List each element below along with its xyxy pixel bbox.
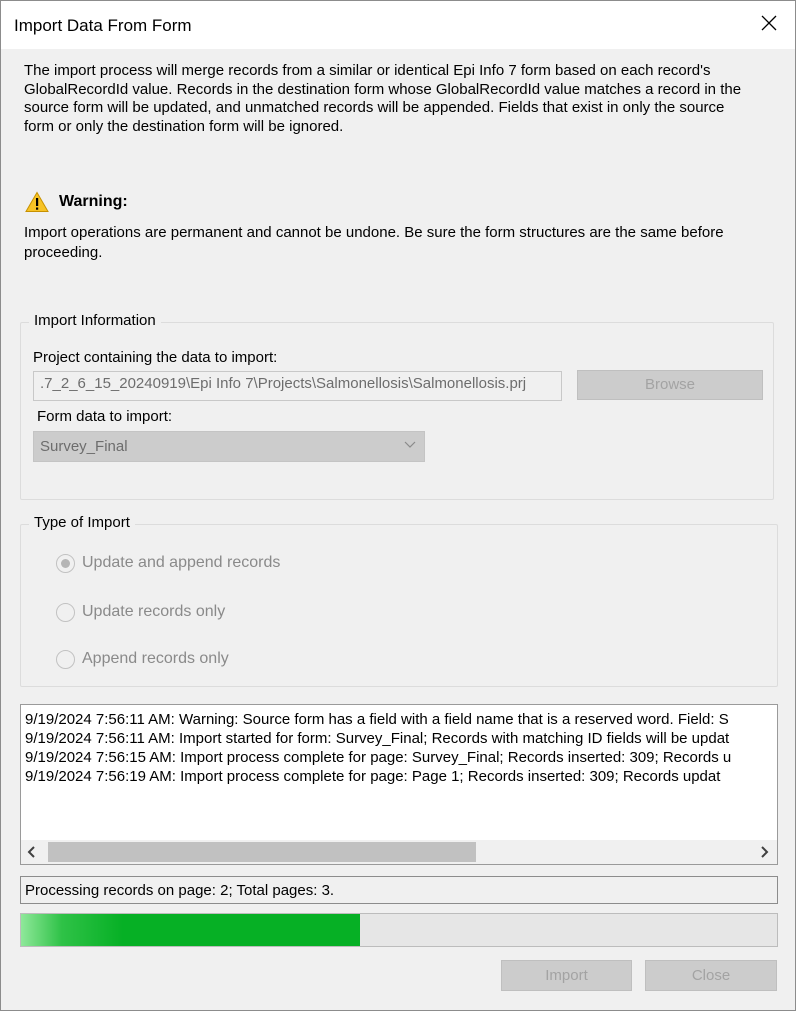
warning-text: Import operations are permanent and cann… [24, 224, 724, 261]
log-line: 9/19/2024 7:56:11 AM: Warning: Source fo… [25, 711, 729, 728]
form-label: Form data to import: [37, 408, 173, 425]
status-bar: Processing records on page: 2; Total pag… [20, 876, 778, 904]
radio-label: Update and append records [82, 554, 281, 571]
form-select-value: Survey_Final [40, 438, 128, 455]
import-log[interactable]: 9/19/2024 7:56:11 AM: Warning: Source fo… [20, 704, 778, 865]
title-bar: Import Data From Form [1, 1, 795, 49]
close-button[interactable]: Close [645, 960, 777, 991]
radio-button[interactable] [56, 650, 75, 669]
form-select[interactable]: Survey_Final [33, 431, 425, 462]
status-text: Processing records on page: 2; Total pag… [25, 882, 335, 899]
progress-bar [20, 913, 778, 947]
radio-selected-dot [61, 559, 70, 568]
browse-button[interactable]: Browse [577, 370, 763, 400]
radio-button[interactable] [56, 603, 75, 622]
import-button[interactable]: Import [501, 960, 632, 991]
import-description: The import process will merge records fr… [24, 62, 742, 135]
scroll-left-icon[interactable] [27, 846, 37, 858]
close-icon [761, 15, 777, 31]
project-path-field[interactable]: .7_2_6_15_20240919\Epi Info 7\Projects\S… [33, 371, 562, 401]
import-dialog: Import Data From Form The import process… [0, 0, 796, 1011]
warning-triangle-icon [25, 191, 49, 212]
scroll-right-icon[interactable] [759, 846, 769, 858]
radio-label: Append records only [82, 650, 229, 667]
close-window-button[interactable] [759, 13, 779, 33]
radio-button[interactable] [56, 554, 75, 573]
project-label: Project containing the data to import: [33, 349, 278, 366]
radio-label: Update records only [82, 603, 226, 620]
import-information-label: Import Information [29, 312, 161, 329]
dialog-title: Import Data From Form [14, 16, 192, 35]
log-line: 9/19/2024 7:56:15 AM: Import process com… [25, 749, 732, 766]
chevron-down-icon [404, 441, 416, 448]
horizontal-scrollbar[interactable] [21, 840, 777, 864]
type-of-import-label: Type of Import [29, 514, 135, 531]
log-line: 9/19/2024 7:56:11 AM: Import started for… [25, 730, 730, 747]
scrollbar-thumb[interactable] [48, 842, 476, 862]
progress-fill [21, 914, 361, 946]
warning-title: Warning: [59, 193, 128, 210]
log-line: 9/19/2024 7:56:19 AM: Import process com… [25, 768, 721, 785]
log-lines: 9/19/2024 7:56:11 AM: Warning: Source fo… [25, 710, 777, 786]
